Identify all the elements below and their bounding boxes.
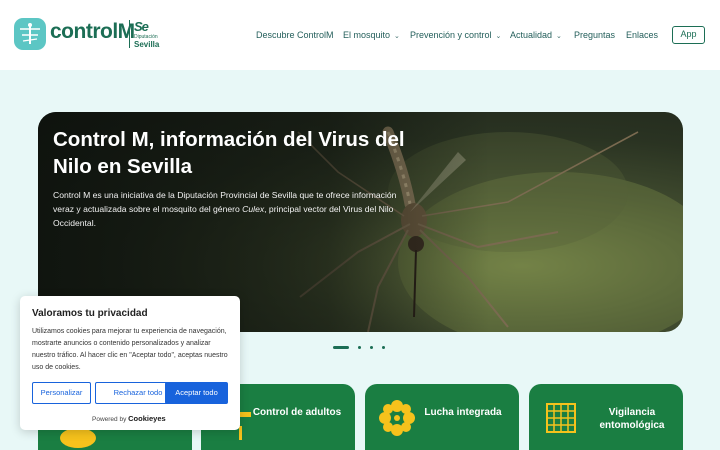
cookieyes-logo: Cookieyes [128, 414, 166, 423]
nav-descubre[interactable]: Descubre ControlM [256, 30, 334, 40]
card-vigilancia[interactable]: Vigilancia entomológica [529, 384, 683, 450]
nav-label: Descubre ControlM [256, 30, 334, 40]
nav-el-mosquito[interactable]: El mosquito ⌄ [343, 30, 400, 40]
nav-label: Preguntas [574, 30, 616, 40]
cookieyes-powered-by[interactable]: Powered by Cookieyes [92, 414, 166, 423]
cookie-customize-button[interactable]: Personalizar [32, 382, 91, 404]
card-label: Vigilancia entomológica [599, 407, 665, 431]
cookie-accept-button[interactable]: Aceptar todo [165, 382, 228, 404]
chevron-down-icon: ⌄ [394, 33, 400, 40]
nav-label: El mosquito [343, 30, 391, 40]
hero-title: Control M, información del Virus del Nil… [53, 128, 405, 178]
carousel-dot[interactable] [358, 346, 361, 349]
controlm-logo-icon[interactable] [14, 18, 46, 50]
diputacion-logo-name: Sevilla [134, 40, 160, 49]
cookie-consent-banner: Valoramos tu privacidad Utilizamos cooki… [20, 296, 240, 430]
chevron-down-icon: ⌄ [495, 33, 502, 40]
carousel-dot[interactable] [370, 346, 373, 349]
brand-divider [129, 20, 130, 48]
nav-label: Enlaces [626, 30, 659, 40]
carousel-dot-active[interactable] [333, 346, 349, 349]
nav-label: Actualidad [510, 30, 553, 40]
nav-actualidad[interactable]: Actualidad ⌄ [510, 30, 562, 40]
card-label: Lucha integrada [424, 407, 502, 418]
card-lucha-integrada[interactable]: Lucha integrada [365, 384, 519, 450]
cookie-description: Utilizamos cookies para mejorar tu exper… [32, 328, 228, 371]
chevron-down-icon: ⌄ [556, 33, 562, 40]
app-button[interactable]: App [672, 26, 705, 44]
brand-name[interactable]: controlM [50, 20, 135, 44]
diputacion-logo-mark[interactable]: Se [134, 19, 149, 34]
powered-prefix: Powered by [92, 416, 127, 423]
nav-enlaces[interactable]: Enlaces [626, 30, 658, 40]
grid-trap-icon [546, 403, 576, 433]
nav-preguntas[interactable]: Preguntas [574, 30, 615, 40]
hero-description: Control M es una iniciativa de la Diputa… [53, 188, 398, 230]
hero-text-italic: Culex [242, 204, 265, 214]
cookie-title: Valoramos tu privacidad [32, 308, 148, 319]
card-label: Control de adultos [252, 407, 342, 418]
carousel-dot[interactable] [382, 346, 385, 349]
flower-icon [379, 400, 415, 436]
site-header: controlM Se Diputación Sevilla Descubre … [0, 0, 720, 70]
nav-label: Prevención y control [410, 30, 492, 40]
nav-prevencion[interactable]: Prevención y control ⌄ [410, 30, 501, 40]
